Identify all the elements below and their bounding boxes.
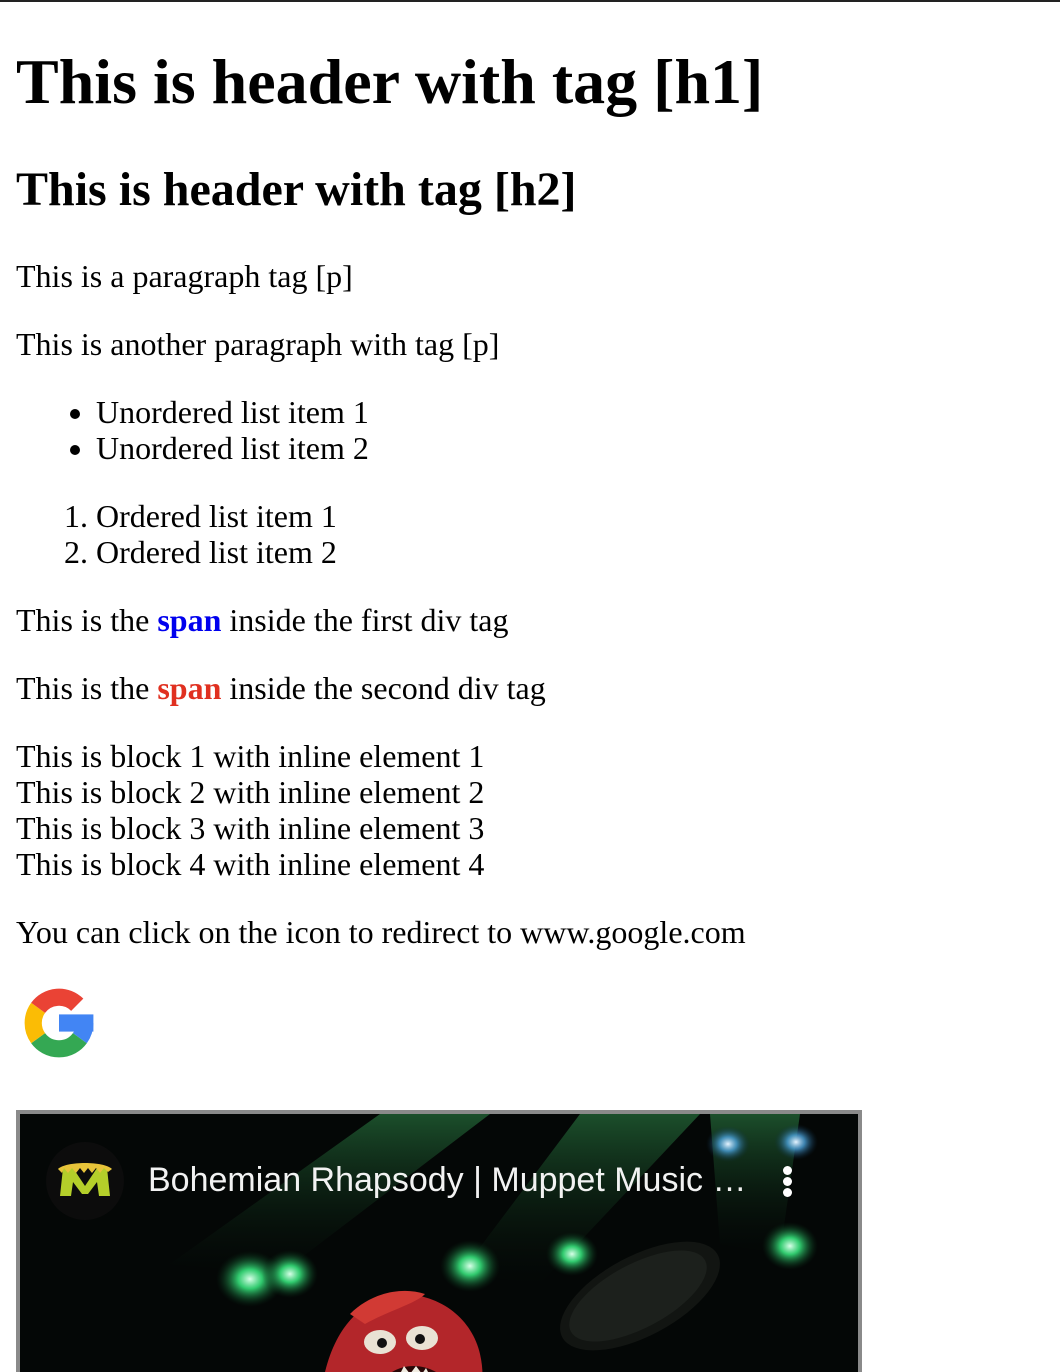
second-div-text-after: inside the second div tag [221,670,546,706]
google-g-icon [24,988,94,1058]
channel-avatar[interactable] [46,1142,124,1220]
second-div: This is the span inside the second div t… [16,670,546,706]
google-link[interactable] [16,980,102,1066]
list-item: Unordered list item 1 [96,394,369,430]
video-title-link[interactable]: Bohemian Rhapsody | Muppet Music Video |… [148,1160,748,1200]
heading-h2: This is header with tag [h2] [16,163,577,216]
video-thumbnail [20,1114,858,1372]
heading-h1: This is header with tag [h1] [16,46,764,117]
ordered-list: Ordered list item 1 Ordered list item 2 [16,498,337,570]
block-2: This is block 2 with inline element 2 [16,774,485,810]
second-div-span: span [157,670,222,706]
top-border [0,0,1060,2]
unordered-list: Unordered list item 1 Unordered list ite… [16,394,369,466]
list-item: Unordered list item 2 [96,430,369,466]
more-vert-icon[interactable] [774,1162,802,1202]
first-div-span: span [157,602,222,638]
youtube-embed[interactable]: Bohemian Rhapsody | Muppet Music Video |… [16,1110,862,1372]
list-item: Ordered list item 1 [96,498,337,534]
first-div-text-after: inside the first div tag [221,602,509,638]
block-4: This is block 4 with inline element 4 [16,846,485,882]
first-div-text-before: This is the [16,602,158,638]
paragraph-1: This is a paragraph tag [p] [16,258,353,294]
muppets-m-logo-icon [58,1163,112,1196]
list-item: Ordered list item 2 [96,534,337,570]
block-3: This is block 3 with inline element 3 [16,810,485,846]
block-1: This is block 1 with inline element 1 [16,738,485,774]
redirect-text: You can click on the icon to redirect to… [16,914,746,950]
paragraph-2: This is another paragraph with tag [p] [16,326,500,362]
first-div: This is the span inside the first div ta… [16,602,508,638]
second-div-text-before: This is the [16,670,158,706]
inline-blocks: This is block 1 with inline element 1 Th… [16,738,484,882]
